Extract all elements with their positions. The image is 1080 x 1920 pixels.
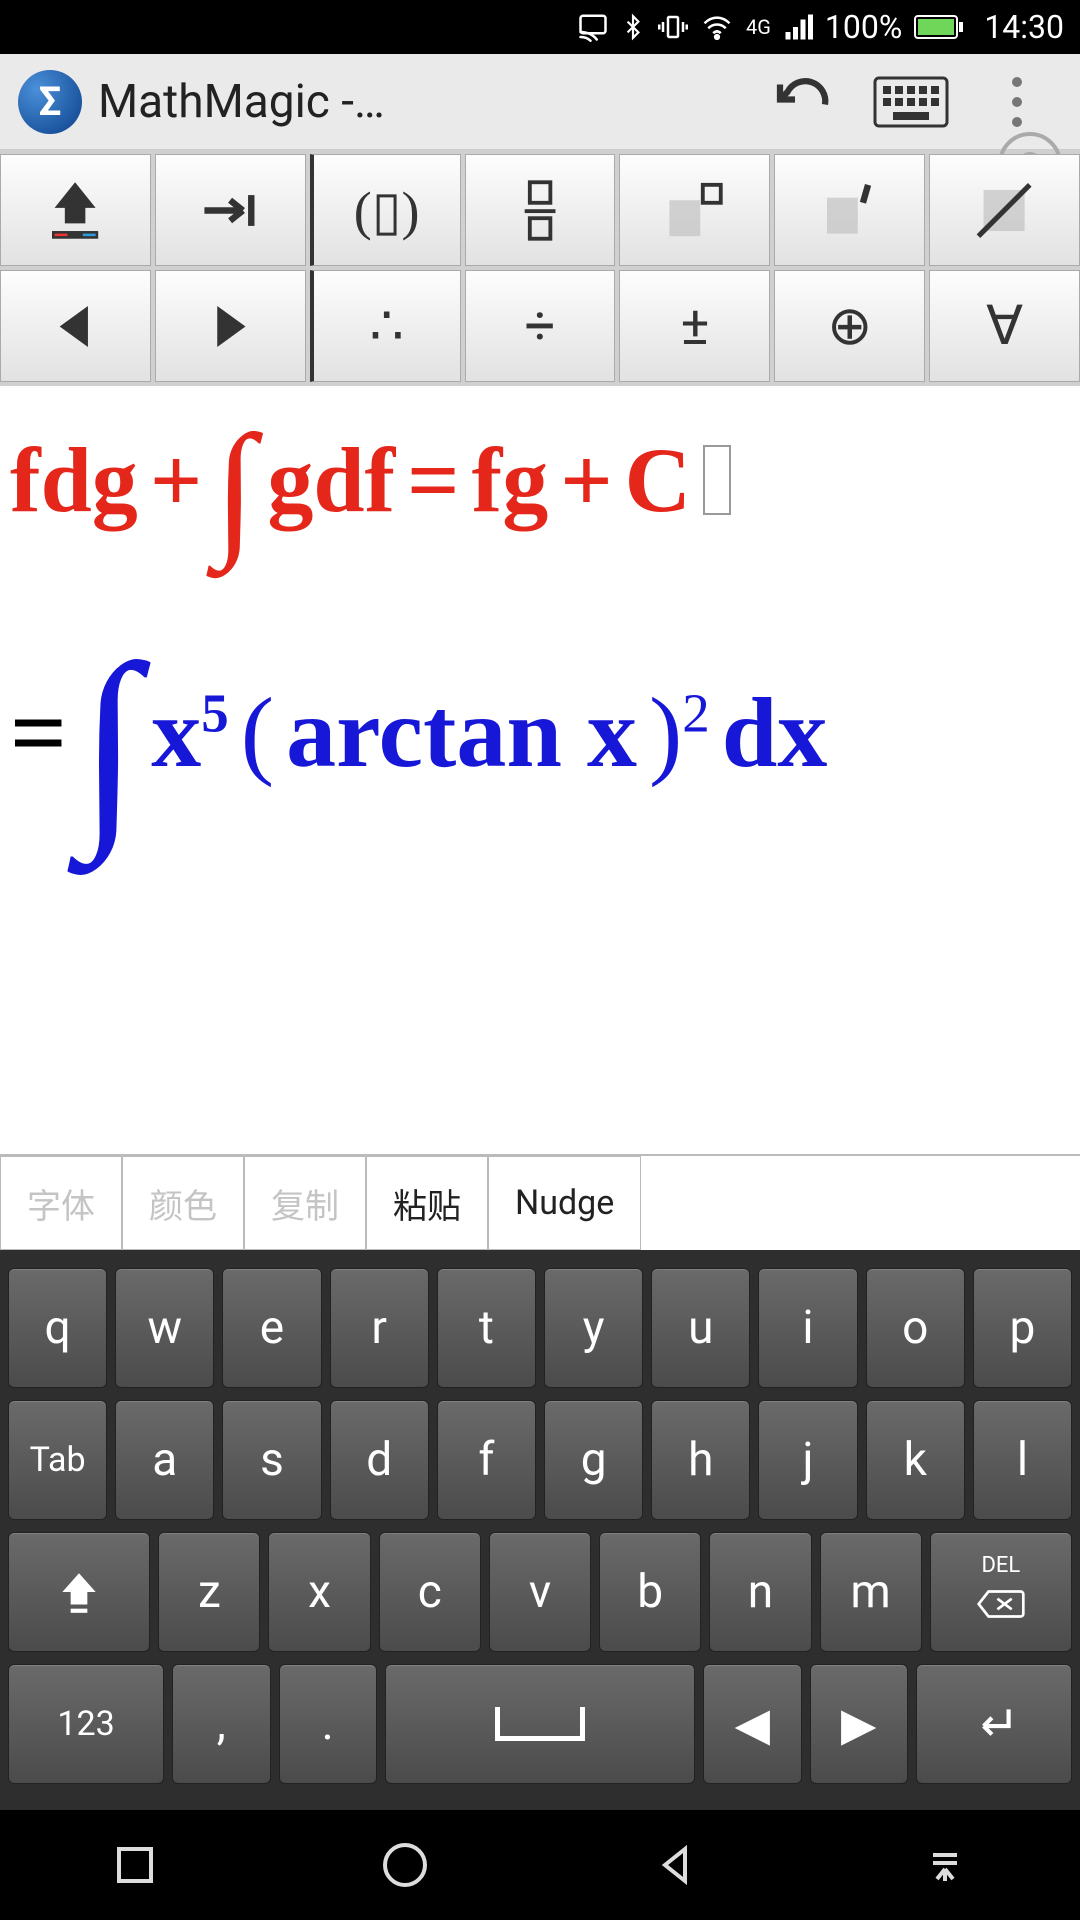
kb-row-1: q w e r t y u i o p [8,1268,1072,1388]
tool-prime[interactable] [774,154,925,266]
equation-line-2[interactable]: = ∫ x5 ( arctan x )2 dx [4,606,1076,859]
key-v[interactable]: v [489,1532,591,1652]
tool-nav-left[interactable] [0,270,151,382]
bluetooth-icon [620,12,646,42]
tab-nudge[interactable]: Nudge [488,1156,641,1250]
tool-tab-right[interactable] [155,154,306,266]
edit-tabs: 字体 颜色 复制 粘贴 Nudge [0,1154,1080,1250]
nav-ime-switch-button[interactable] [913,1833,977,1897]
tab-font: 字体 [0,1156,122,1250]
key-g[interactable]: g [544,1400,643,1520]
network-label: 4G [746,15,771,39]
equation-line-1[interactable]: fdg + ∫ gdf = fg + C [4,394,1076,566]
signal-icon [783,12,813,42]
app-logo-icon: Σ [18,70,82,134]
tab-copy: 复制 [244,1156,366,1250]
wifi-icon [700,12,734,42]
integral-icon: ∫ [79,616,139,869]
key-u[interactable]: u [651,1268,750,1388]
key-n[interactable]: n [709,1532,811,1652]
key-d[interactable]: d [330,1400,429,1520]
tool-circled-plus[interactable]: ⊕ [774,270,925,382]
tool-plus-minus[interactable]: ± [619,270,770,382]
kb-row-2: Tab a s d f g h j k l [8,1400,1072,1520]
key-z[interactable]: z [158,1532,260,1652]
battery-pct: 100% [825,8,902,46]
key-delete[interactable]: DEL [930,1532,1072,1652]
key-l[interactable]: l [973,1400,1072,1520]
key-enter[interactable] [916,1664,1072,1784]
key-h[interactable]: h [651,1400,750,1520]
key-space[interactable] [385,1664,695,1784]
key-comma[interactable]: , [172,1664,270,1784]
key-f[interactable]: f [437,1400,536,1520]
tool-division[interactable]: ÷ [465,270,616,382]
tool-nav-right[interactable] [155,270,306,382]
key-i[interactable]: i [758,1268,857,1388]
key-c[interactable]: c [379,1532,481,1652]
key-tab[interactable]: Tab [8,1400,107,1520]
key-m[interactable]: m [820,1532,922,1652]
key-x[interactable]: x [268,1532,370,1652]
key-shift[interactable] [8,1532,150,1652]
overflow-menu-button[interactable] [972,67,1062,137]
app-bar: Σ MathMagic -… [0,54,1080,150]
key-o[interactable]: o [866,1268,965,1388]
cast-icon [578,12,608,42]
keyboard-toggle-button[interactable] [866,67,956,137]
space-icon [495,1707,585,1741]
key-q[interactable]: q [8,1268,107,1388]
tool-shift-up[interactable] [0,154,151,266]
soft-keyboard: q w e r t y u i o p Tab a s d f g h j k … [0,1250,1080,1810]
key-a[interactable]: a [115,1400,214,1520]
key-s[interactable]: s [222,1400,321,1520]
key-arrow-right[interactable]: ▶ [810,1664,908,1784]
integral-icon: ∫ [214,402,255,574]
key-r[interactable]: r [330,1268,429,1388]
status-bar: 4G 100% 14:30 [0,0,1080,54]
app-title: MathMagic -… [98,75,385,129]
key-p[interactable]: p [973,1268,1072,1388]
status-clock: 14:30 [984,8,1064,46]
key-k[interactable]: k [866,1400,965,1520]
key-b[interactable]: b [599,1532,701,1652]
tab-color: 颜色 [122,1156,244,1250]
key-e[interactable]: e [222,1268,321,1388]
key-w[interactable]: w [115,1268,214,1388]
key-y[interactable]: y [544,1268,643,1388]
kb-row-3: z x c v b n m DEL [8,1532,1072,1652]
key-period[interactable]: . [279,1664,377,1784]
tool-strike[interactable] [929,154,1080,266]
cursor-placeholder [703,445,731,515]
vibrate-icon [658,12,688,42]
nav-recent-button[interactable] [103,1833,167,1897]
nav-back-button[interactable] [643,1833,707,1897]
battery-icon [914,13,964,41]
equation-editor[interactable]: fdg + ∫ gdf = fg + C = ∫ x5 ( arctan x )… [0,386,1080,1154]
key-mode-123[interactable]: 123 [8,1664,164,1784]
tool-therefore[interactable]: ∴ [310,270,461,382]
key-j[interactable]: j [758,1400,857,1520]
system-nav-bar [0,1810,1080,1920]
tool-superscript[interactable] [619,154,770,266]
math-toolbar: (▯) ∴ ÷ ± ⊕ ∀ [0,150,1080,386]
tool-parentheses[interactable]: (▯) [310,154,461,266]
tab-paste[interactable]: 粘贴 [366,1156,488,1250]
key-arrow-left[interactable]: ◀ [703,1664,801,1784]
undo-button[interactable] [760,67,850,137]
nav-home-button[interactable] [373,1833,437,1897]
kb-row-4: 123 , . ◀ ▶ [8,1664,1072,1784]
key-t[interactable]: t [437,1268,536,1388]
tool-fraction[interactable] [465,154,616,266]
tool-for-all[interactable]: ∀ [929,270,1080,382]
